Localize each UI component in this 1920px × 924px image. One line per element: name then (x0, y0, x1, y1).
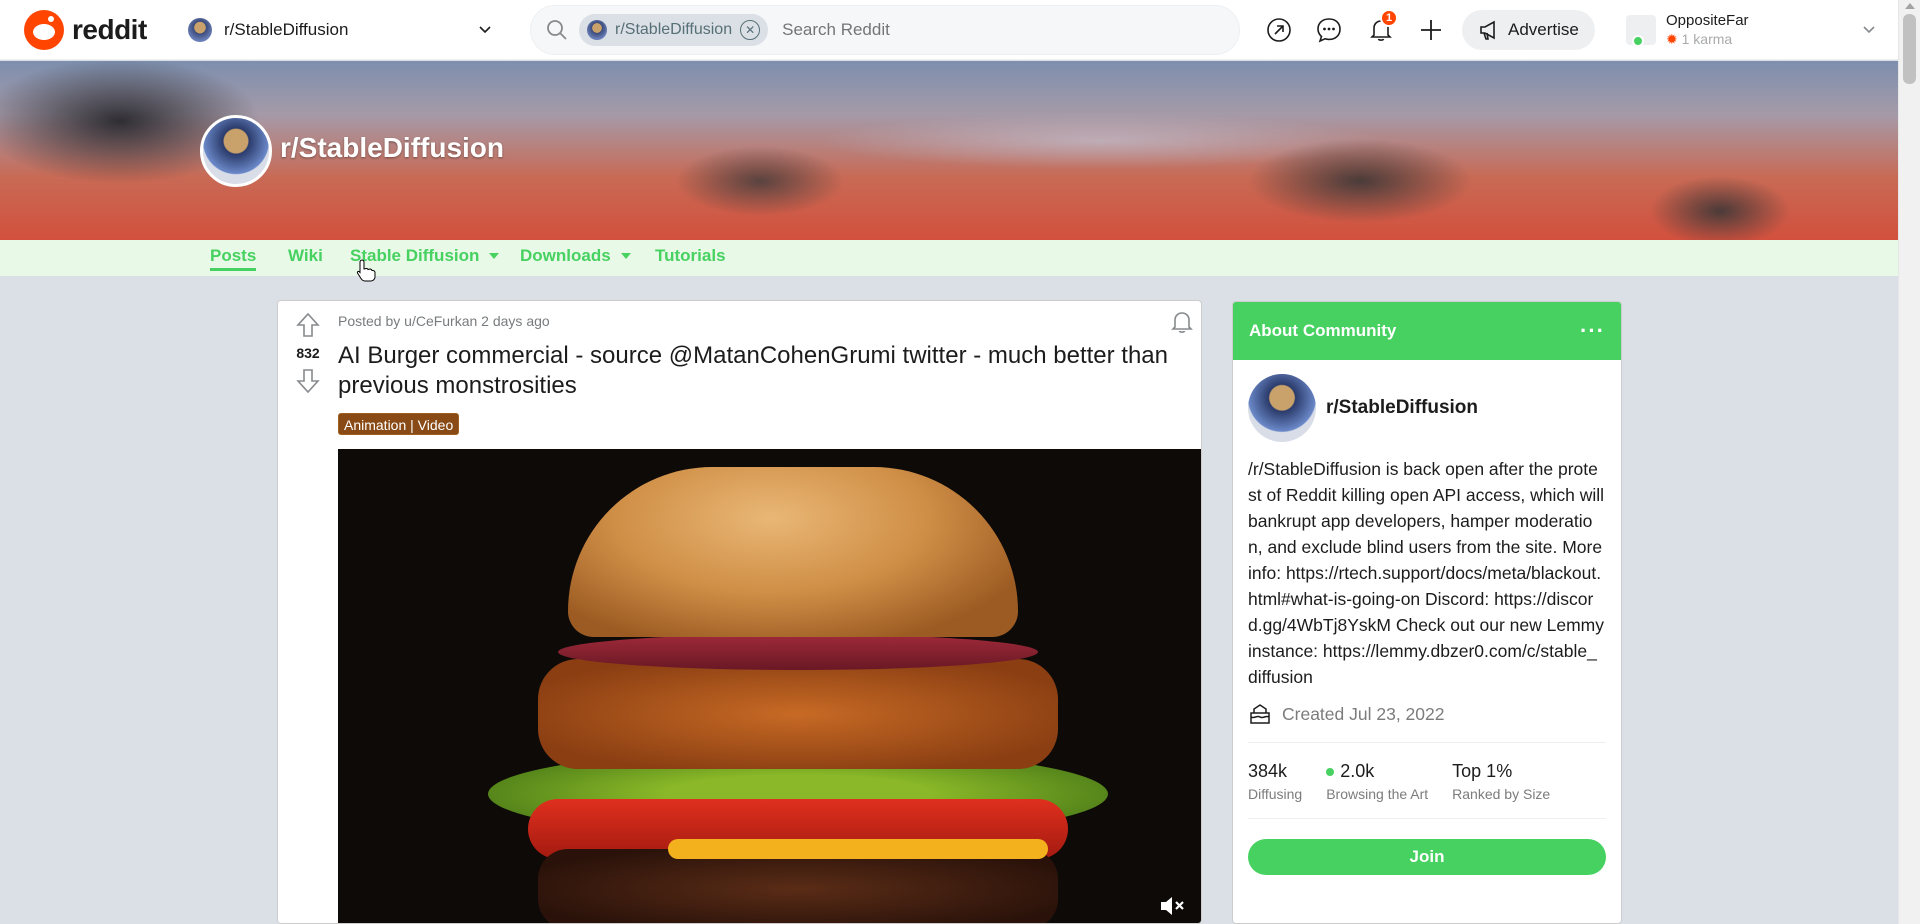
chat-icon[interactable] (1314, 15, 1344, 45)
clear-scope-icon[interactable]: ✕ (740, 20, 761, 40)
caret-down-icon (620, 253, 631, 259)
stat-online: 2.0k Browsing the Art (1326, 761, 1428, 802)
search-scope-chip[interactable]: r/StableDiffusion ✕ (579, 14, 769, 46)
user-menu[interactable]: OppositeFar 1 karma (1626, 6, 1876, 54)
cake-icon (1250, 704, 1270, 724)
logo-text: reddit (72, 14, 147, 45)
notifications-button[interactable]: 1 (1366, 9, 1398, 45)
created-text: Created Jul 23, 2022 (1282, 703, 1445, 724)
user-karma: 1 karma (1666, 31, 1862, 48)
stat-value: Top 1% (1452, 761, 1513, 781)
top-bar: reddit r/StableDiffusion r/StableDiffusi… (0, 0, 1898, 60)
user-avatar (1626, 15, 1656, 47)
post-card[interactable]: 832 Posted by u/CeFurkan 2 days ago AI B… (277, 300, 1202, 924)
community-avatar (188, 18, 212, 42)
scroll-thumb[interactable] (1903, 14, 1916, 84)
vote-column: 832 (278, 301, 338, 923)
community-stats: 384k Diffusing 2.0k Browsing the Art Top… (1248, 761, 1606, 819)
search-input[interactable] (782, 20, 1225, 40)
burger-patty (538, 849, 1058, 923)
post-meta[interactable]: Posted by u/CeFurkan 2 days ago (338, 313, 550, 329)
reddit-logo-icon (24, 10, 64, 50)
stat-rank: Top 1% Ranked by Size (1452, 761, 1550, 802)
nav-label: Posts (210, 246, 257, 265)
stat-label: Browsing the Art (1326, 786, 1429, 802)
more-options-icon[interactable]: ··· (1580, 318, 1605, 344)
stat-members: 384k Diffusing (1248, 761, 1302, 802)
community-avatar (587, 20, 607, 40)
chevron-down-icon (1863, 26, 1875, 34)
community-title: r/StableDiffusion (280, 132, 505, 163)
nav-posts[interactable]: Posts (210, 246, 257, 271)
nav-downloads[interactable]: Downloads (520, 246, 631, 266)
popular-icon[interactable] (1264, 15, 1294, 45)
nav-wiki[interactable]: Wiki (288, 246, 323, 266)
video-player[interactable] (338, 449, 1201, 923)
caret-down-icon (489, 253, 500, 259)
chevron-down-icon (479, 26, 491, 34)
stat-value: 2.0k (1340, 761, 1375, 781)
community-banner-avatar (200, 115, 272, 187)
advertise-label: Advertise (1508, 20, 1579, 39)
about-community-name[interactable]: r/StableDiffusion (1326, 397, 1478, 419)
follow-post-bell-icon[interactable] (1169, 309, 1195, 335)
nav-label: Downloads (520, 246, 611, 265)
megaphone-icon (1480, 20, 1495, 40)
downvote-icon[interactable] (295, 367, 321, 395)
plus-icon[interactable] (1416, 15, 1446, 45)
burger-onion (558, 634, 1038, 670)
about-identity: r/StableDiffusion (1248, 374, 1606, 442)
advertise-button[interactable]: Advertise (1462, 10, 1595, 50)
stat-label: Ranked by Size (1452, 786, 1551, 802)
search-scope-label: r/StableDiffusion (615, 21, 733, 38)
about-heading: About Community (1249, 321, 1397, 340)
burger-bun (568, 467, 1018, 637)
mute-icon[interactable] (1158, 893, 1186, 919)
burger-chicken (538, 659, 1058, 769)
about-description: /r/StableDiffusion is back open after th… (1248, 459, 1604, 687)
community-avatar (1248, 374, 1316, 442)
stat-label: Diffusing (1248, 786, 1303, 802)
upvote-icon[interactable] (295, 311, 321, 339)
reddit-logo[interactable]: reddit (24, 10, 147, 50)
burger-cheese (668, 839, 1048, 859)
notification-badge: 1 (1380, 9, 1398, 27)
join-button[interactable]: Join (1248, 839, 1606, 875)
created-date: Created Jul 23, 2022 (1248, 702, 1606, 743)
scroll-up-icon[interactable] (1905, 3, 1915, 9)
online-dot-icon (1326, 768, 1335, 777)
community-switcher-label: r/StableDiffusion (224, 20, 349, 39)
hand-cursor-icon (356, 259, 376, 282)
nav-tutorials[interactable]: Tutorials (655, 246, 726, 266)
community-switcher[interactable]: r/StableDiffusion (180, 12, 500, 48)
nav-label: Tutorials (655, 246, 726, 265)
username: OppositeFar (1666, 12, 1749, 29)
vote-count: 832 (296, 345, 320, 361)
post-title[interactable]: AI Burger commercial - source @MatanCohe… (338, 341, 1188, 401)
page-scrollbar[interactable] (1898, 0, 1920, 924)
search-bar[interactable]: r/StableDiffusion ✕ (530, 5, 1240, 55)
post-flair[interactable]: Animation | Video (338, 413, 460, 435)
community-nav: Posts Wiki Stable Diffusion Downloads Tu… (0, 240, 1898, 276)
stat-value: 384k (1248, 761, 1288, 781)
search-icon (547, 20, 567, 40)
nav-label: Wiki (288, 246, 323, 265)
about-community-widget: About Community ··· r/StableDiffusion /r… (1232, 301, 1622, 924)
about-header: About Community ··· (1233, 302, 1621, 360)
